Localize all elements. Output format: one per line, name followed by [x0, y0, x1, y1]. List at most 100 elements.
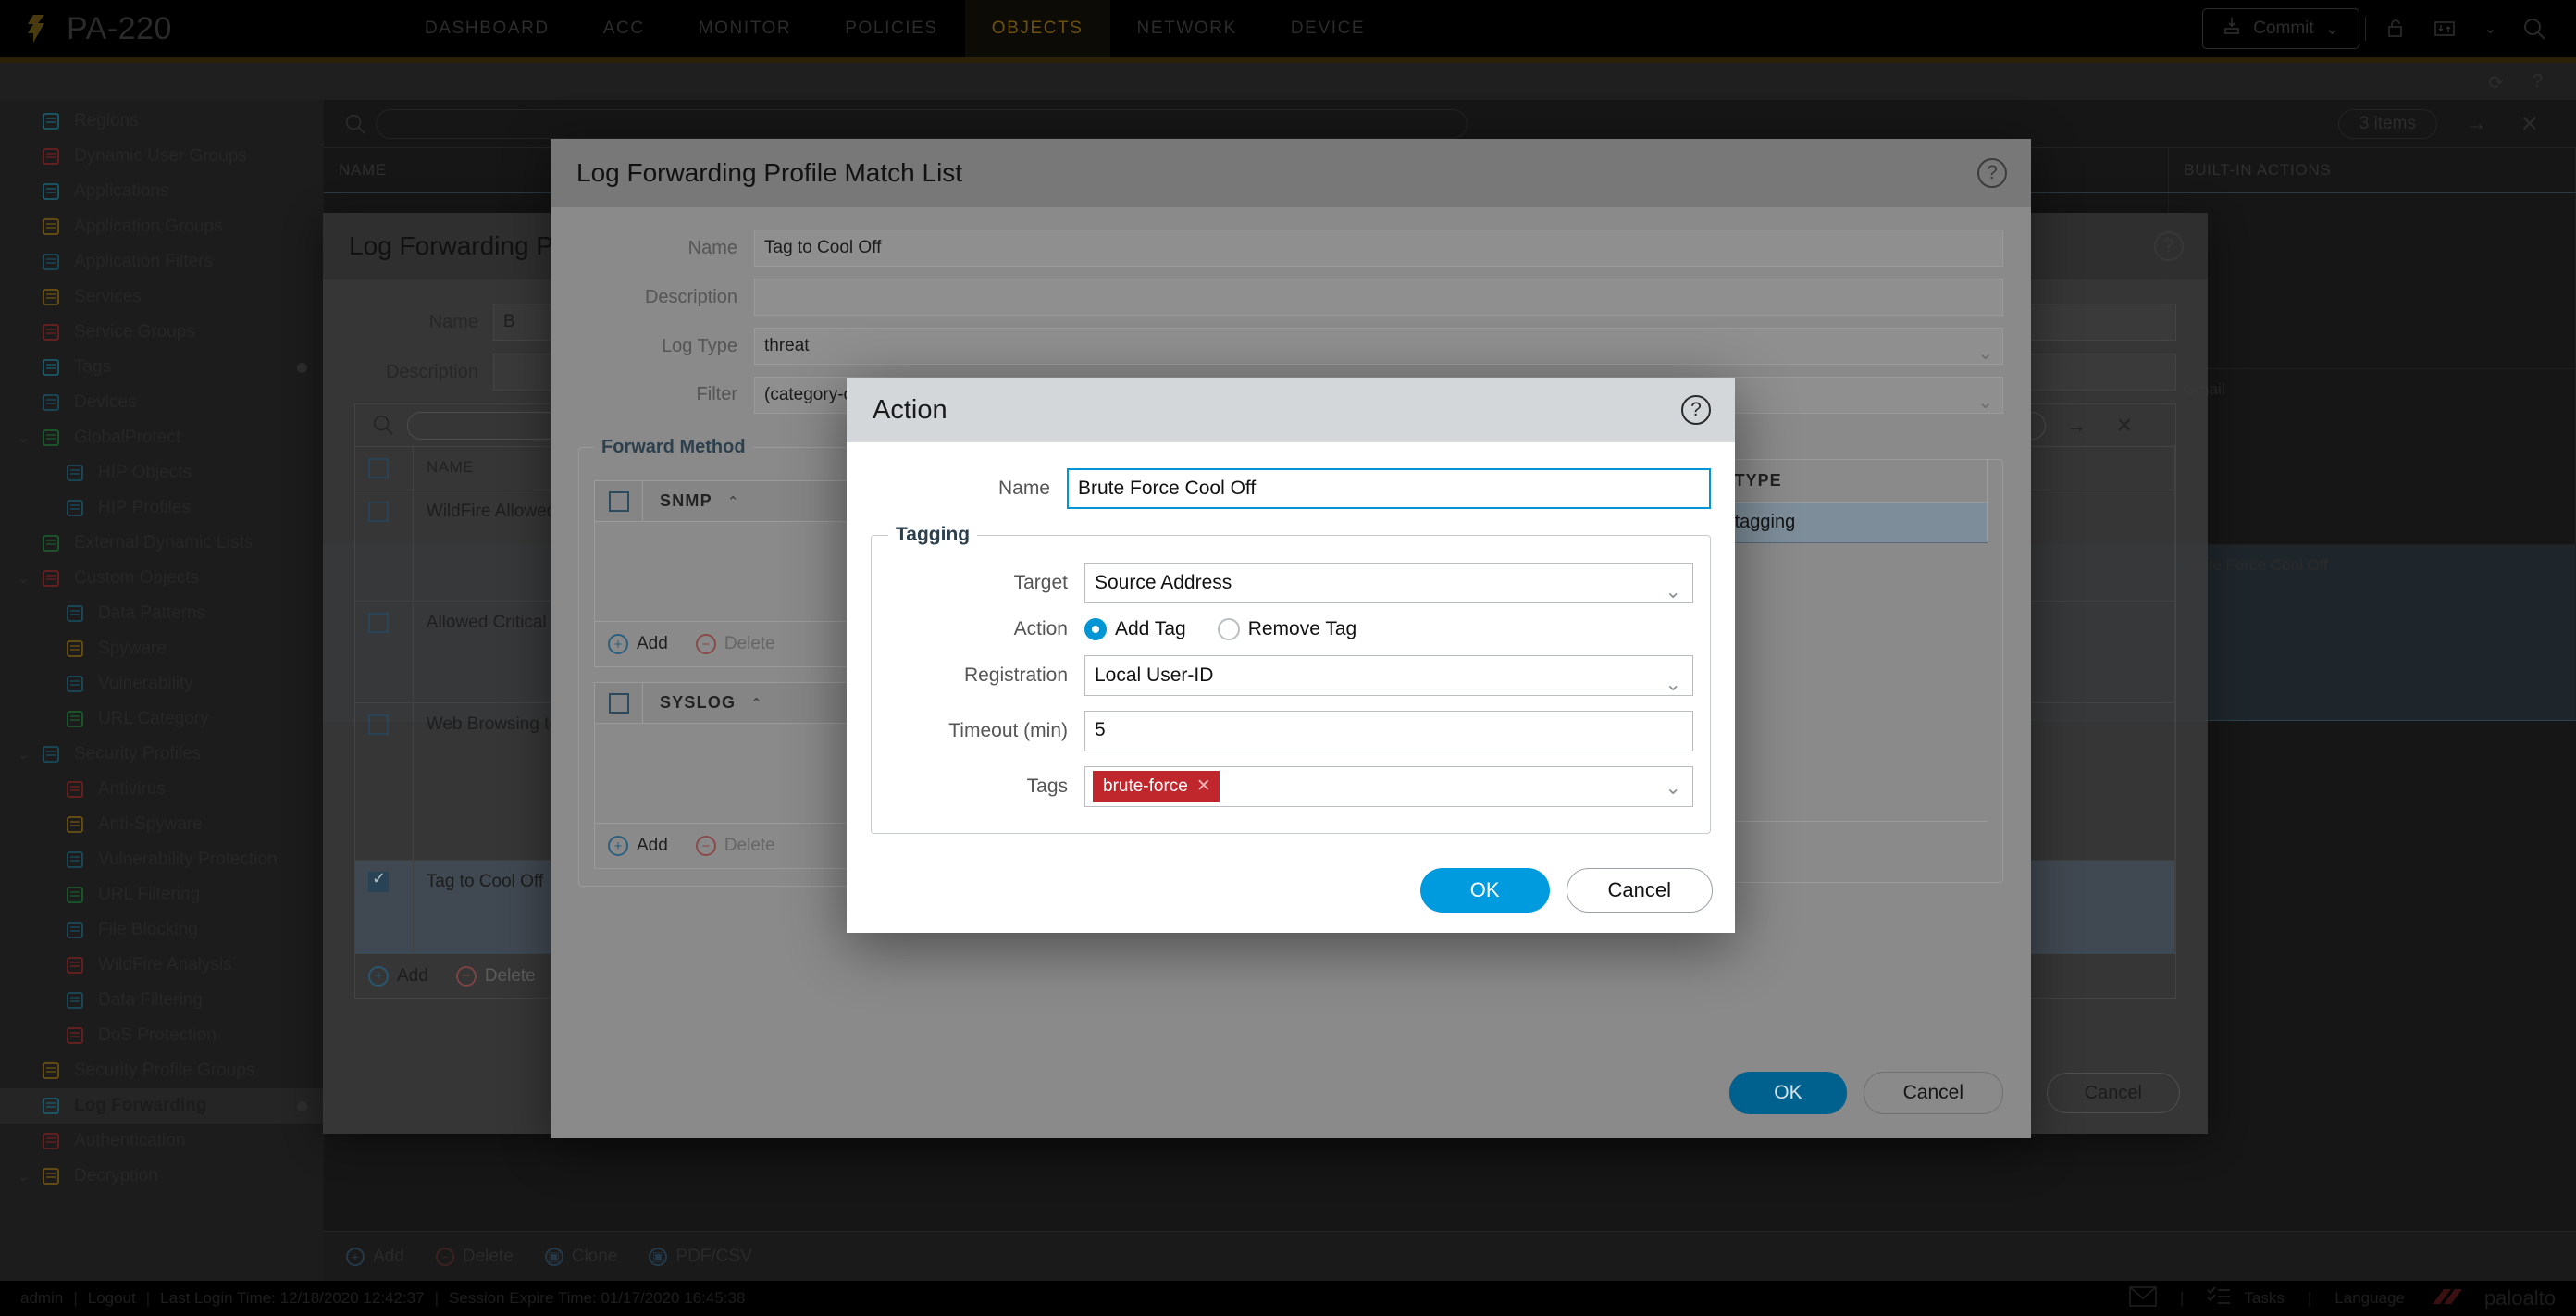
sidebar-item-vulnerability[interactable]: Vulnerability: [0, 666, 324, 701]
chevron-down-icon[interactable]: ⌄: [2471, 19, 2509, 38]
mail-icon[interactable]: [2129, 1285, 2157, 1311]
syslog-add-button[interactable]: + Add: [608, 836, 668, 856]
chevron-down-icon[interactable]: ⌄: [11, 746, 35, 763]
help-icon[interactable]: ?: [1977, 158, 2007, 188]
chevron-down-icon[interactable]: ⌄: [11, 570, 35, 587]
help-icon[interactable]: ?: [2154, 231, 2184, 261]
match-list-cancel-button[interactable]: Cancel: [1863, 1072, 2003, 1114]
main-action-pdf-csv[interactable]: ▣ PDF/CSV: [649, 1247, 752, 1267]
sidebar-item-custom-objects[interactable]: ⌄ Custom Objects: [0, 561, 324, 596]
sidebar-item-regions[interactable]: Regions: [0, 104, 324, 139]
close-icon[interactable]: ✕: [1196, 776, 1211, 797]
profile-delete-button[interactable]: − Delete: [455, 965, 536, 987]
help-icon[interactable]: ?: [2533, 71, 2543, 93]
sidebar-item-url-category[interactable]: URL Category: [0, 701, 324, 737]
nav-tab-network[interactable]: NETWORK: [1110, 0, 1264, 57]
chevron-down-icon[interactable]: ⌄: [11, 429, 35, 446]
sidebar-item-services[interactable]: Services: [0, 279, 324, 315]
radio-remove-tag[interactable]: [1217, 618, 1240, 640]
tasks-link[interactable]: Tasks: [2244, 1289, 2284, 1308]
sidebar-item-log-forwarding[interactable]: Log Forwarding: [0, 1088, 324, 1124]
arrow-right-icon[interactable]: →: [2066, 414, 2087, 438]
tag-chip[interactable]: brute-force ✕: [1093, 771, 1220, 802]
sidebar-item-decryption[interactable]: ⌄ Decryption: [0, 1159, 324, 1194]
registration-select[interactable]: Local User-ID ⌄: [1084, 655, 1693, 696]
action-ok-button[interactable]: OK: [1419, 868, 1550, 913]
search-input[interactable]: [376, 109, 1468, 139]
search-icon[interactable]: [372, 414, 394, 441]
profile-add-button[interactable]: + Add: [368, 965, 428, 987]
row-checkbox[interactable]: [355, 601, 414, 703]
sidebar-item-spyware[interactable]: Spyware: [0, 631, 324, 666]
close-icon[interactable]: ✕: [2116, 414, 2133, 438]
action-cancel-button[interactable]: Cancel: [1566, 868, 1713, 913]
chevron-up-icon[interactable]: ⌃: [750, 695, 762, 712]
snmp-checkbox[interactable]: [595, 481, 643, 521]
nav-tab-policies[interactable]: POLICIES: [818, 0, 964, 57]
select-all-header[interactable]: [355, 447, 414, 490]
nav-tab-acc[interactable]: ACC: [576, 0, 672, 57]
chevron-up-icon[interactable]: ⌃: [727, 493, 739, 510]
main-action-add[interactable]: + Add: [346, 1247, 404, 1267]
profile-cancel-button[interactable]: Cancel: [2046, 1073, 2180, 1113]
main-action-clone[interactable]: ▣ Clone: [544, 1247, 617, 1267]
sidebar-item-external-dynamic-lists[interactable]: External Dynamic Lists: [0, 526, 324, 561]
row-checkbox[interactable]: [355, 490, 414, 602]
target-select[interactable]: Source Address ⌄: [1084, 563, 1693, 603]
sidebar-item-devices[interactable]: Devices: [0, 385, 324, 420]
nav-tab-device[interactable]: DEVICE: [1264, 0, 1392, 57]
sidebar-item-file-blocking[interactable]: File Blocking: [0, 913, 324, 948]
chevron-down-icon[interactable]: ⌄: [11, 1168, 35, 1185]
language-link[interactable]: Language: [2334, 1289, 2405, 1308]
commit-button[interactable]: Commit ⌄: [2202, 8, 2359, 49]
action-name-input[interactable]: Brute Force Cool Off: [1067, 468, 1711, 509]
sidebar-item-dynamic-user-groups[interactable]: Dynamic User Groups: [0, 139, 324, 174]
tasks-icon[interactable]: [2207, 1285, 2231, 1311]
nav-tab-objects[interactable]: OBJECTS: [964, 0, 1110, 57]
sidebar-item-globalprotect[interactable]: ⌄ GlobalProtect: [0, 420, 324, 455]
sidebar-item-hip-profiles[interactable]: HIP Profiles: [0, 490, 324, 526]
match-list-ok-button[interactable]: OK: [1729, 1072, 1847, 1114]
close-icon[interactable]: ✕: [2520, 111, 2539, 138]
row-checkbox[interactable]: [355, 702, 414, 861]
sidebar-item-security-profile-groups[interactable]: Security Profile Groups: [0, 1053, 324, 1088]
sidebar-item-hip-objects[interactable]: HIP Objects: [0, 455, 324, 490]
row-checkbox[interactable]: [355, 860, 414, 953]
sidebar-item-tags[interactable]: Tags: [0, 350, 324, 385]
sidebar-item-service-groups[interactable]: Service Groups: [0, 315, 324, 350]
match-description-input[interactable]: [754, 279, 2003, 316]
radio-add-tag[interactable]: [1084, 618, 1107, 640]
sidebar-item-url-filtering[interactable]: URL Filtering: [0, 877, 324, 913]
search-icon[interactable]: [344, 113, 366, 141]
sidebar-item-security-profiles[interactable]: ⌄ Security Profiles: [0, 737, 324, 772]
sidebar-item-antivirus[interactable]: Antivirus: [0, 772, 324, 807]
config-transfer-icon[interactable]: [2420, 18, 2471, 40]
tags-input[interactable]: brute-force ✕ ⌄: [1084, 766, 1693, 807]
timeout-input[interactable]: 5: [1084, 711, 1693, 751]
sidebar-item-application-filters[interactable]: Application Filters: [0, 244, 324, 279]
syslog-delete-button[interactable]: − Delete: [695, 836, 775, 856]
refresh-icon[interactable]: ⟳: [2488, 71, 2504, 94]
sidebar-item-data-filtering[interactable]: Data Filtering: [0, 983, 324, 1018]
snmp-delete-button[interactable]: − Delete: [695, 634, 775, 654]
match-name-input[interactable]: Tag to Cool Off: [754, 230, 2003, 267]
sidebar-item-vulnerability-protection[interactable]: Vulnerability Protection: [0, 842, 324, 877]
snmp-add-button[interactable]: + Add: [608, 634, 668, 654]
syslog-checkbox[interactable]: [595, 683, 643, 723]
logout-link[interactable]: Logout: [88, 1289, 136, 1308]
help-icon[interactable]: ?: [1681, 395, 1711, 425]
unlock-icon[interactable]: [2372, 18, 2420, 40]
main-action-delete[interactable]: − Delete: [435, 1247, 514, 1267]
sidebar-item-data-patterns[interactable]: Data Patterns: [0, 596, 324, 631]
checkbox-icon[interactable]: [368, 458, 389, 478]
match-log-type-select[interactable]: threat ⌄: [754, 328, 2003, 365]
arrow-right-icon[interactable]: →: [2465, 111, 2487, 137]
sidebar-item-dos-protection[interactable]: DoS Protection: [0, 1018, 324, 1053]
sidebar-item-authentication[interactable]: Authentication: [0, 1124, 324, 1159]
nav-tab-dashboard[interactable]: DASHBOARD: [398, 0, 576, 57]
sidebar-item-wildfire-analysis[interactable]: WildFire Analysis: [0, 948, 324, 983]
sidebar-item-applications[interactable]: Applications: [0, 174, 324, 209]
sidebar-item-application-groups[interactable]: Application Groups: [0, 209, 324, 244]
search-icon[interactable]: [2509, 17, 2559, 41]
sidebar-item-anti-spyware[interactable]: Anti-Spyware: [0, 807, 324, 842]
